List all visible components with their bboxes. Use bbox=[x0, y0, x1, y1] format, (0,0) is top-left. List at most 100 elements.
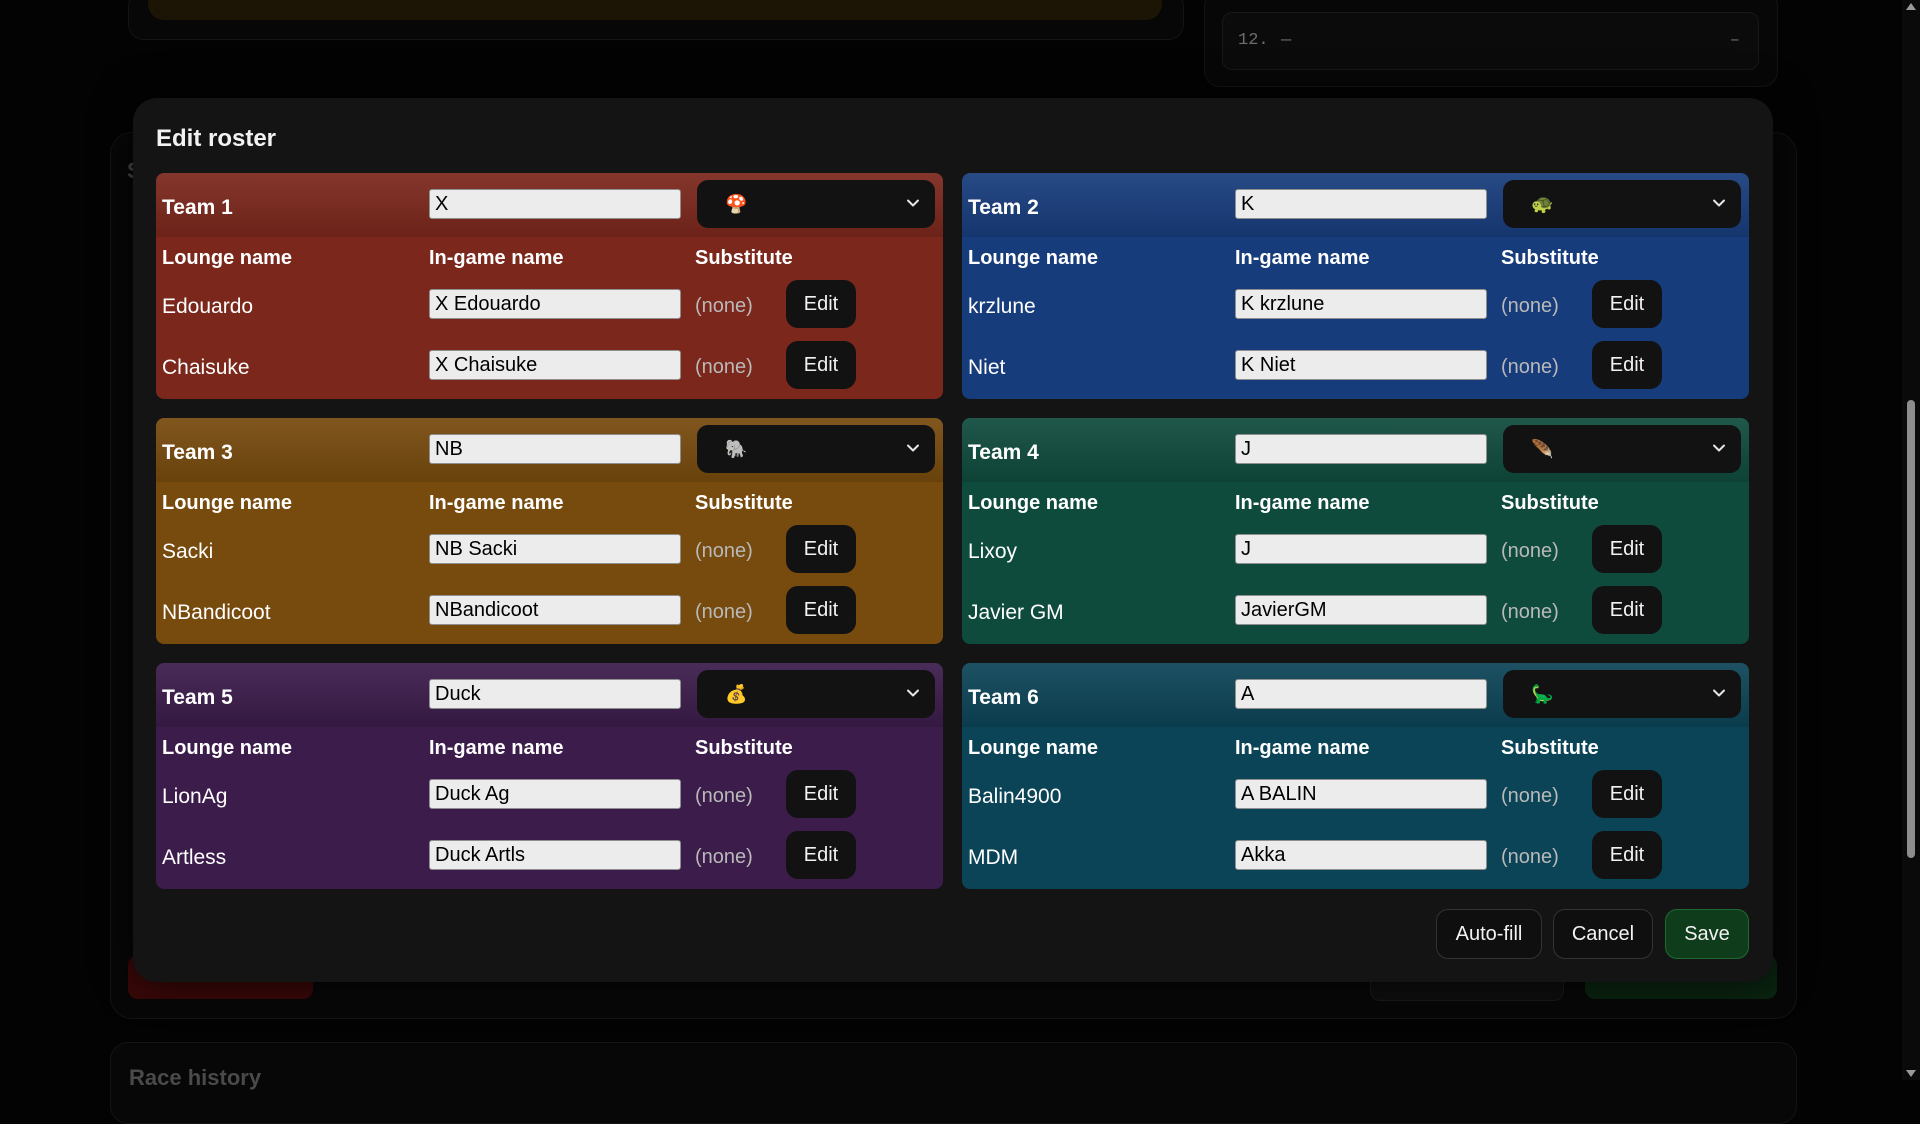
team-icon: 💰 bbox=[725, 684, 748, 704]
ingame-name-input[interactable] bbox=[1235, 595, 1487, 625]
substitute-header: Substitute bbox=[695, 492, 793, 514]
ingame-name-input[interactable] bbox=[1235, 534, 1487, 564]
chevron-down-icon bbox=[907, 444, 919, 452]
edit-substitute-button[interactable]: Edit bbox=[786, 831, 856, 879]
edit-substitute-button[interactable]: Edit bbox=[1592, 770, 1662, 818]
substitute-header: Substitute bbox=[1501, 492, 1599, 514]
edit-substitute-button[interactable]: Edit bbox=[786, 525, 856, 573]
background-progress-bar bbox=[148, 0, 1162, 20]
team-icon-select[interactable]: 🐢 bbox=[1503, 180, 1741, 228]
background-list-row: 12. — – bbox=[1222, 12, 1759, 70]
edit-substitute-button[interactable]: Edit bbox=[1592, 280, 1662, 328]
ingame-name-input[interactable] bbox=[429, 534, 681, 564]
lounge-name: Chaisuke bbox=[162, 356, 250, 379]
substitute-value: (none) bbox=[1501, 601, 1559, 623]
edit-substitute-button[interactable]: Edit bbox=[1592, 586, 1662, 634]
team-name: Team 4 bbox=[968, 441, 1039, 464]
page-scrollbar[interactable] bbox=[1902, 0, 1920, 1080]
team-name: Team 2 bbox=[968, 196, 1039, 219]
team-card-6: Team 6 🦕 Lounge name In-game name Substitute… bbox=[962, 663, 1749, 889]
ingame-name-input[interactable] bbox=[429, 350, 681, 380]
team-card-4: Team 4 🪶 Lounge name In-game name Substitute… bbox=[962, 418, 1749, 644]
team-name: Team 3 bbox=[162, 441, 233, 464]
substitute-value: (none) bbox=[695, 785, 753, 807]
lounge-name: Javier GM bbox=[968, 601, 1064, 624]
team-icon: 🪶 bbox=[1531, 439, 1554, 459]
ingame-name-header: In-game name bbox=[1235, 492, 1370, 514]
ingame-name-input[interactable] bbox=[1235, 289, 1487, 319]
ingame-name-input[interactable] bbox=[1235, 840, 1487, 870]
substitute-header: Substitute bbox=[695, 247, 793, 269]
team-icon: 🦕 bbox=[1531, 684, 1554, 704]
ingame-name-input[interactable] bbox=[429, 779, 681, 809]
ingame-name-input[interactable] bbox=[1235, 350, 1487, 380]
cancel-button[interactable]: Cancel bbox=[1553, 909, 1653, 959]
scrollbar-thumb[interactable] bbox=[1907, 400, 1915, 858]
substitute-value: (none) bbox=[695, 295, 753, 317]
team-icon-select[interactable]: 🐘 bbox=[697, 425, 935, 473]
lounge-name-header: Lounge name bbox=[162, 247, 293, 269]
substitute-value: (none) bbox=[695, 846, 753, 868]
edit-substitute-button[interactable]: Edit bbox=[1592, 831, 1662, 879]
ingame-name-header: In-game name bbox=[429, 492, 564, 514]
lounge-name: Artless bbox=[162, 846, 227, 869]
team-tag-input[interactable] bbox=[1235, 679, 1487, 709]
team-icon-select[interactable]: 🦕 bbox=[1503, 670, 1741, 718]
row-value: – bbox=[1729, 31, 1740, 50]
substitute-value: (none) bbox=[1501, 846, 1559, 868]
team-tag-input[interactable] bbox=[1235, 189, 1487, 219]
substitute-value: (none) bbox=[1501, 540, 1559, 562]
ingame-name-input[interactable] bbox=[429, 840, 681, 870]
team-name: Team 6 bbox=[968, 686, 1039, 709]
row-name: — bbox=[1281, 31, 1292, 50]
team-tag-input[interactable] bbox=[1235, 434, 1487, 464]
edit-substitute-button[interactable]: Edit bbox=[1592, 525, 1662, 573]
ingame-name-input[interactable] bbox=[1235, 779, 1487, 809]
lounge-name: Edouardo bbox=[162, 295, 254, 318]
lounge-name: Lixoy bbox=[968, 540, 1018, 563]
team-card-1: Team 1 🍄 Lounge name In-game name Substitute… bbox=[156, 173, 943, 399]
ingame-name-header: In-game name bbox=[1235, 737, 1370, 759]
lounge-name-header: Lounge name bbox=[968, 492, 1099, 514]
team-icon: 🐘 bbox=[725, 439, 748, 459]
save-button[interactable]: Save bbox=[1665, 909, 1749, 959]
edit-roster-modal: Edit roster Team 1 🍄 Lounge name In-game na… bbox=[133, 98, 1773, 982]
team-tag-input[interactable] bbox=[429, 434, 681, 464]
ingame-name-header: In-game name bbox=[1235, 247, 1370, 269]
lounge-name-header: Lounge name bbox=[162, 492, 293, 514]
ingame-name-input[interactable] bbox=[429, 595, 681, 625]
team-icon-select[interactable]: 💰 bbox=[697, 670, 935, 718]
substitute-value: (none) bbox=[695, 540, 753, 562]
lounge-name: Balin4900 bbox=[968, 785, 1062, 808]
team-tag-input[interactable] bbox=[429, 189, 681, 219]
lounge-name-header: Lounge name bbox=[968, 737, 1099, 759]
chevron-down-icon bbox=[1713, 689, 1725, 697]
lounge-name: Niet bbox=[968, 356, 1006, 379]
lounge-name-header: Lounge name bbox=[968, 247, 1099, 269]
edit-substitute-button[interactable]: Edit bbox=[786, 280, 856, 328]
edit-substitute-button[interactable]: Edit bbox=[786, 770, 856, 818]
substitute-header: Substitute bbox=[695, 737, 793, 759]
lounge-name: MDM bbox=[968, 846, 1019, 869]
scroll-up-icon[interactable] bbox=[1906, 3, 1916, 10]
ingame-name-input[interactable] bbox=[429, 289, 681, 319]
auto-fill-button[interactable]: Auto-fill bbox=[1436, 909, 1542, 959]
modal-title: Edit roster bbox=[156, 125, 277, 152]
edit-substitute-button[interactable]: Edit bbox=[786, 586, 856, 634]
team-card-3: Team 3 🐘 Lounge name In-game name Substitute… bbox=[156, 418, 943, 644]
team-name: Team 5 bbox=[162, 686, 233, 709]
lounge-name: krzlune bbox=[968, 295, 1036, 318]
ingame-name-header: In-game name bbox=[429, 737, 564, 759]
scroll-down-icon[interactable] bbox=[1906, 1070, 1916, 1077]
edit-substitute-button[interactable]: Edit bbox=[786, 341, 856, 389]
team-icon-select[interactable]: 🍄 bbox=[697, 180, 935, 228]
ingame-name-header: In-game name bbox=[429, 247, 564, 269]
edit-substitute-button[interactable]: Edit bbox=[1592, 341, 1662, 389]
lounge-name: LionAg bbox=[162, 785, 228, 808]
substitute-header: Substitute bbox=[1501, 737, 1599, 759]
row-number: 12. bbox=[1238, 31, 1269, 50]
team-tag-input[interactable] bbox=[429, 679, 681, 709]
team-icon-select[interactable]: 🪶 bbox=[1503, 425, 1741, 473]
team-icon: 🍄 bbox=[725, 194, 748, 214]
race-history-card: Race history bbox=[110, 1042, 1797, 1124]
